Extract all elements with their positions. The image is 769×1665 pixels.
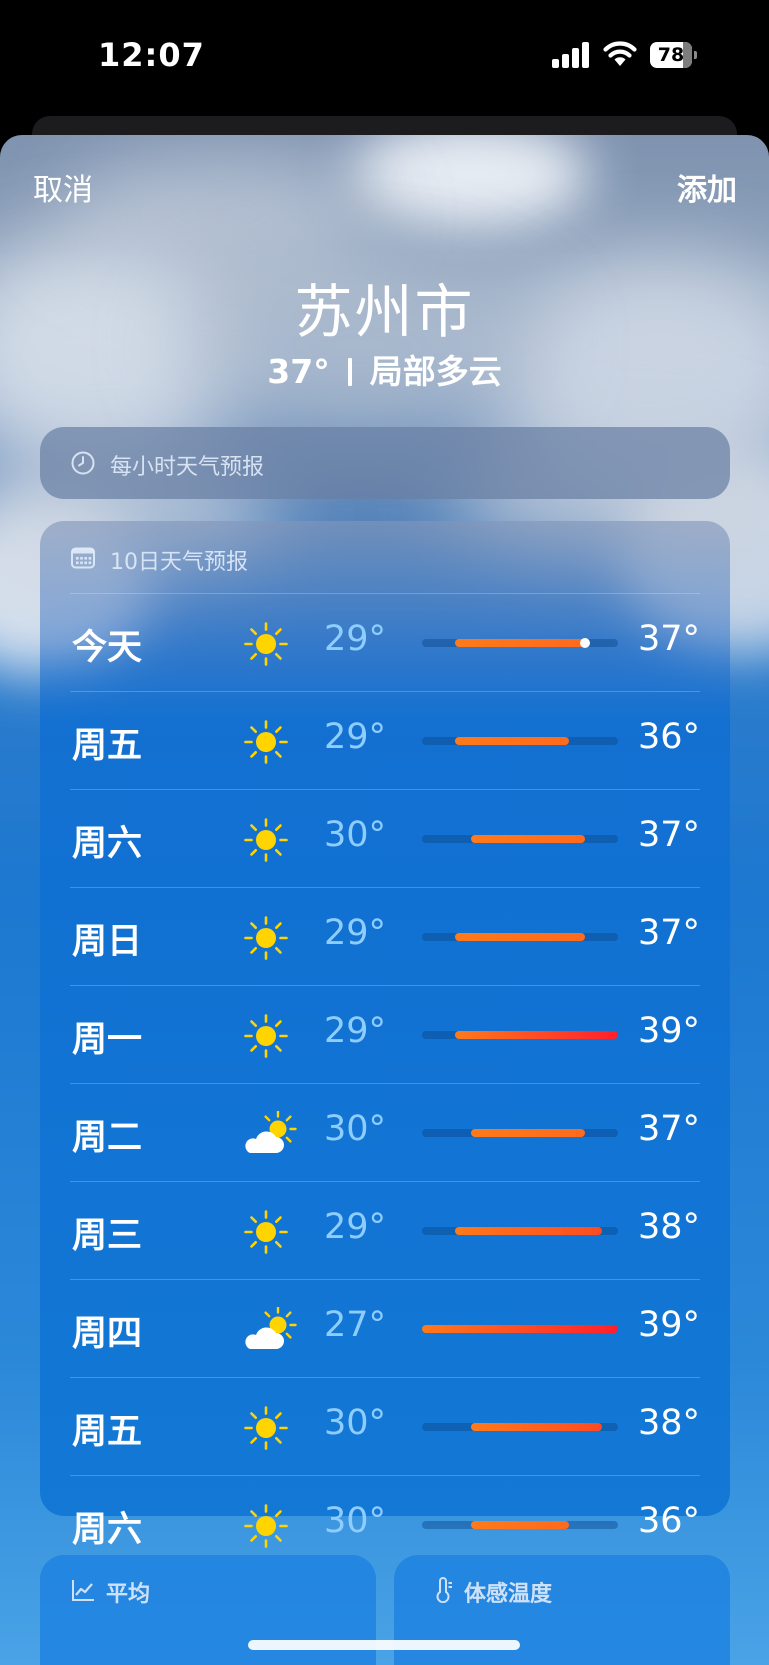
sunny-icon — [243, 621, 289, 667]
forecast-row: 周六 30° 37° — [70, 789, 700, 888]
thermometer-icon — [430, 1577, 456, 1604]
current-condition: 局部多云 — [369, 352, 502, 391]
low-temperature: 30° — [324, 1403, 387, 1443]
temperature-range-bar — [422, 1227, 618, 1235]
high-temperature: 37° — [637, 1109, 700, 1149]
forecast-day: 周三 — [72, 1216, 143, 1256]
partly-cloudy-icon — [242, 1110, 300, 1157]
high-temperature: 38° — [637, 1207, 700, 1247]
forecast-row: 周四 27° 39° — [70, 1279, 700, 1378]
temperature-range-bar — [422, 1031, 618, 1039]
partly-cloudy-icon — [242, 1306, 300, 1353]
temperature-range-fill — [422, 1325, 618, 1333]
city-name: 苏州市 — [294, 278, 475, 346]
temperature-range-fill — [471, 1129, 586, 1137]
forecast-row: 今天 29° 37° — [70, 593, 700, 692]
forecast-row: 周五 29° 36° — [70, 691, 700, 790]
high-temperature: 37° — [637, 815, 700, 855]
forecast-day: 周日 — [72, 922, 143, 962]
home-indicator[interactable] — [248, 1640, 520, 1650]
sunny-icon — [243, 1405, 289, 1451]
low-temperature: 30° — [324, 1109, 387, 1149]
status-time: 12:07 — [98, 36, 205, 74]
low-temperature: 29° — [324, 619, 387, 659]
temperature-range-bar — [422, 1129, 618, 1137]
forecast-row: 周三 29° 38° — [70, 1181, 700, 1280]
temperature-range-fill — [454, 737, 569, 745]
separator — [347, 358, 352, 386]
average-label: 平均 — [106, 1582, 151, 1607]
cancel-button[interactable]: 取消 — [33, 165, 93, 209]
sunny-icon — [243, 915, 289, 961]
temperature-range-fill — [454, 639, 586, 647]
current-temperature-dot — [580, 638, 591, 648]
low-temperature: 27° — [324, 1305, 387, 1345]
temperature-range-fill — [471, 1423, 602, 1431]
hourly-forecast-label: 每小时天气预报 — [110, 455, 265, 480]
add-button[interactable]: 添加 — [677, 165, 737, 209]
forecast-day: 周四 — [72, 1314, 143, 1354]
temperature-range-fill — [471, 1521, 569, 1529]
high-temperature: 39° — [637, 1011, 700, 1051]
temperature-range-fill — [454, 933, 586, 941]
low-temperature: 29° — [324, 913, 387, 953]
high-temperature: 39° — [637, 1305, 700, 1345]
trend-chart-icon — [70, 1577, 96, 1603]
temperature-range-bar — [422, 835, 618, 843]
sunny-icon — [243, 1013, 289, 1059]
status-bar: 12:07 78 — [0, 0, 769, 120]
forecast-day: 周二 — [72, 1118, 143, 1158]
forecast-day: 周五 — [72, 1412, 143, 1452]
high-temperature: 37° — [637, 913, 700, 953]
forecast-day: 周六 — [72, 824, 143, 864]
high-temperature: 38° — [637, 1403, 700, 1443]
high-temperature: 36° — [637, 1501, 700, 1541]
forecast-row: 周日 29° 37° — [70, 887, 700, 986]
sunny-icon — [243, 817, 289, 863]
high-temperature: 37° — [637, 619, 700, 659]
battery-icon: 78 — [650, 42, 698, 68]
feels-like-label: 体感温度 — [464, 1582, 553, 1607]
sunny-icon — [243, 719, 289, 765]
forecast-row: 周二 30° 37° — [70, 1083, 700, 1182]
temperature-range-bar — [422, 933, 618, 941]
high-temperature: 36° — [637, 717, 700, 757]
temperature-range-bar — [422, 1325, 618, 1333]
sunny-icon — [243, 1209, 289, 1255]
battery-level: 78 — [657, 44, 685, 66]
ten-day-forecast-card: 10日天气预报 今天 29° 37° 周五 29° 36° 周六 30° 37° 周日 29° 37°… — [40, 521, 730, 1550]
temperature-range-fill — [454, 1227, 602, 1235]
temperature-range-fill — [454, 1031, 618, 1039]
forecast-day: 今天 — [72, 628, 143, 668]
hourly-forecast-card[interactable]: 每小时天气预报 — [40, 427, 730, 499]
temperature-range-bar — [422, 1423, 618, 1431]
low-temperature: 29° — [324, 1207, 387, 1247]
clock-icon — [70, 450, 96, 476]
weather-preview-sheet: 取消 添加 苏州市 37° 局部多云 每小时天气预报 10日天气预报 今天 29… — [0, 135, 769, 1665]
sunny-icon — [243, 1503, 289, 1549]
forecast-day: 周五 — [72, 726, 143, 766]
low-temperature: 30° — [324, 815, 387, 855]
temperature-range-bar — [422, 638, 618, 648]
calendar-icon — [70, 545, 96, 571]
temperature-range-bar — [422, 1521, 618, 1529]
forecast-row: 周五 30° 38° — [70, 1377, 700, 1476]
wifi-icon — [602, 38, 638, 68]
temperature-range-fill — [471, 835, 586, 843]
forecast-day: 周六 — [72, 1510, 143, 1550]
low-temperature: 29° — [324, 717, 387, 757]
temperature-range-bar — [422, 737, 618, 745]
low-temperature: 30° — [324, 1501, 387, 1541]
current-temperature: 37° — [267, 352, 330, 391]
forecast-row: 周一 29° 39° — [70, 985, 700, 1084]
low-temperature: 29° — [324, 1011, 387, 1051]
forecast-day: 周一 — [72, 1020, 143, 1060]
ten-day-forecast-label: 10日天气预报 — [110, 550, 248, 575]
current-conditions: 37° 局部多云 — [0, 345, 769, 393]
cellular-signal-icon — [552, 42, 592, 68]
